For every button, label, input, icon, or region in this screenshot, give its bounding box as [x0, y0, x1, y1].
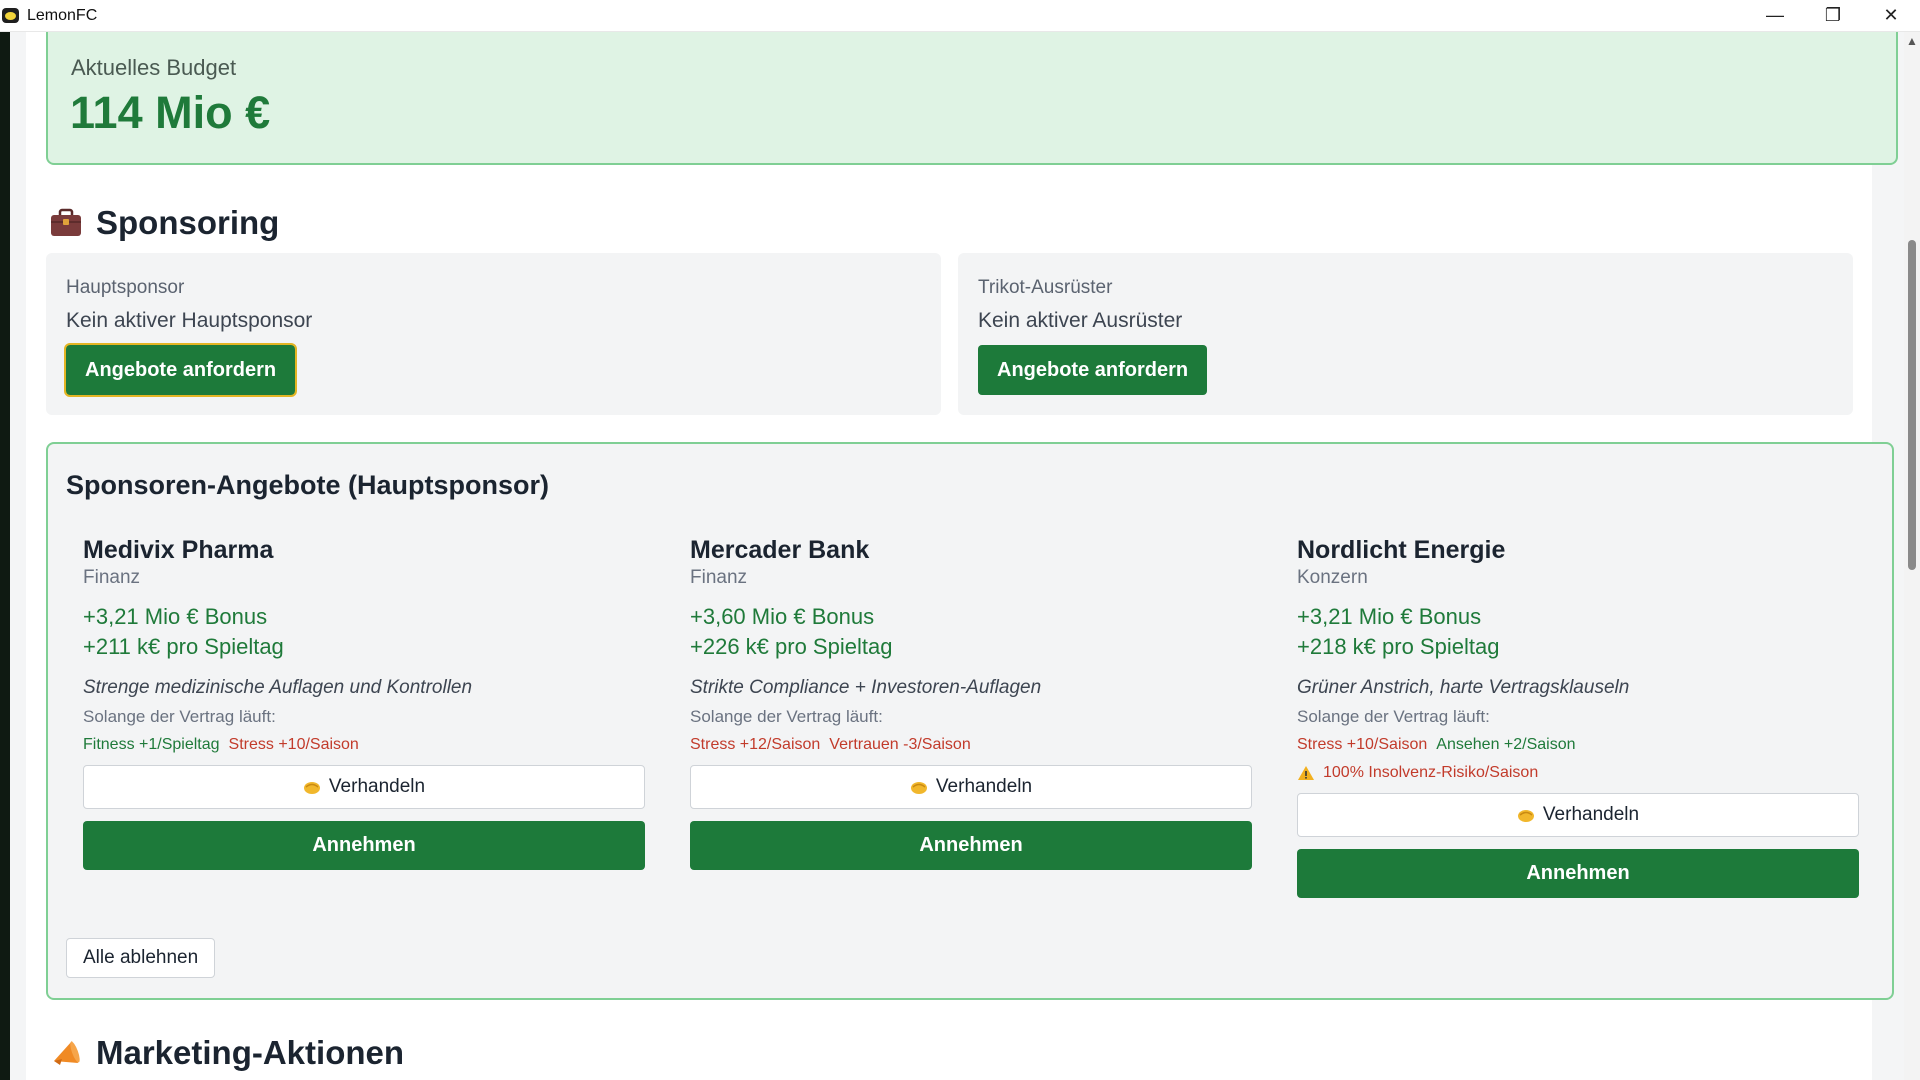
main-sponsor-label: Hauptsponsor — [66, 277, 185, 298]
effect-negative: Vertrauen -3/Saison — [829, 736, 971, 753]
offer-category: Finanz — [83, 567, 141, 588]
offer-effects: Stress +10/Saison Ansehen +2/Saison — [1297, 734, 1859, 756]
offer-name: Mercader Bank — [690, 536, 870, 564]
sponsoring-heading: Sponsoring — [50, 204, 279, 242]
budget-panel: Aktuelles Budget 114 Mio € — [46, 25, 1898, 165]
offer-name: Nordlicht Energie — [1297, 536, 1506, 564]
offer-per-match: +211 k€ pro Spieltag — [83, 634, 284, 659]
main-sponsor-status: Kein aktiver Hauptsponsor — [66, 309, 313, 332]
kit-supplier-label: Trikot-Ausrüster — [978, 277, 1113, 298]
left-gutter — [10, 31, 26, 1080]
window-title: LemonFC — [27, 6, 98, 24]
offer-description: Strenge medizinische Auflagen und Kontro… — [83, 677, 473, 698]
offer-effects: Fitness +1/Spieltag Stress +10/Saison — [83, 734, 645, 756]
offer-per-match: +218 k€ pro Spieltag — [1297, 634, 1500, 659]
budget-label: Aktuelles Budget — [71, 55, 237, 80]
left-edge-bar — [0, 31, 10, 1080]
effect-negative: Stress +10/Saison — [1297, 736, 1428, 753]
offer-while-label: Solange der Vertrag läuft: — [83, 707, 276, 726]
negotiate-button[interactable]: Verhandeln — [83, 765, 645, 809]
budget-value: 114 Mio € — [70, 87, 271, 138]
main-sponsor-card: Hauptsponsor Kein aktiver Hauptsponsor A… — [46, 253, 941, 415]
offer-description: Grüner Anstrich, harte Vertragsklauseln — [1297, 677, 1630, 698]
accept-button[interactable]: Annehmen — [1297, 849, 1859, 898]
effect-positive: Ansehen +2/Saison — [1436, 736, 1576, 753]
lemon-logo-icon — [2, 8, 19, 23]
marketing-title: Marketing-Aktionen — [96, 1034, 405, 1071]
offer-bonus: +3,21 Mio € Bonus — [83, 604, 268, 629]
offer-per-match: +226 k€ pro Spieltag — [690, 634, 893, 659]
window-titlebar: LemonFC — ❐ ✕ — [0, 0, 1920, 32]
offer-card: Nordlicht Energie Konzern +3,21 Mio € Bo… — [1297, 534, 1859, 898]
reject-all-button[interactable]: Alle ablehnen — [66, 938, 216, 978]
request-kit-supplier-offers-button[interactable]: Angebote anfordern — [978, 345, 1208, 395]
negotiate-button[interactable]: Verhandeln — [690, 765, 1252, 809]
negotiate-label: Verhandeln — [935, 776, 1033, 797]
insolvency-warning: 100% Insolvenz-Risiko/Saison — [1297, 762, 1859, 784]
effect-positive: Fitness +1/Spieltag — [83, 736, 220, 753]
scroll-up-arrow-icon[interactable]: ▲ — [1906, 34, 1918, 48]
scrollbar-thumb[interactable] — [1908, 240, 1916, 570]
offers-title: Sponsoren-Angebote (Hauptsponsor) — [66, 470, 549, 500]
warning-text: 100% Insolvenz-Risiko/Saison — [1323, 764, 1539, 781]
accept-button[interactable]: Annehmen — [83, 821, 645, 870]
request-main-sponsor-offers-button[interactable]: Angebote anfordern — [63, 343, 298, 397]
offer-card: Medivix Pharma Finanz +3,21 Mio € Bonus … — [83, 534, 645, 870]
kit-supplier-status: Kein aktiver Ausrüster — [978, 309, 1183, 332]
offer-category: Konzern — [1297, 567, 1368, 588]
window-controls: — ❐ ✕ — [1746, 0, 1920, 31]
offer-while-label: Solange der Vertrag läuft: — [690, 707, 883, 726]
sponsor-offers-panel: Sponsoren-Angebote (Hauptsponsor) Medivi… — [46, 442, 1894, 1000]
warning-icon — [1298, 766, 1314, 780]
offer-effects: Stress +12/Saison Vertrauen -3/Saison — [690, 734, 1252, 756]
offer-bonus: +3,60 Mio € Bonus — [690, 604, 875, 629]
handshake-icon — [910, 782, 927, 794]
handshake-icon — [1517, 810, 1534, 822]
minimize-button[interactable]: — — [1746, 0, 1804, 31]
effect-negative: Stress +10/Saison — [228, 736, 359, 753]
marketing-heading: Marketing-Aktionen — [50, 1034, 404, 1072]
kit-supplier-card: Trikot-Ausrüster Kein aktiver Ausrüster … — [958, 253, 1853, 415]
negotiate-button[interactable]: Verhandeln — [1297, 793, 1859, 837]
offer-while-label: Solange der Vertrag läuft: — [1297, 707, 1490, 726]
close-button[interactable]: ✕ — [1862, 0, 1920, 31]
briefcase-icon — [50, 207, 82, 239]
effect-negative: Stress +12/Saison — [690, 736, 821, 753]
offer-bonus: +3,21 Mio € Bonus — [1297, 604, 1482, 629]
negotiate-label: Verhandeln — [1542, 804, 1640, 825]
offer-name: Medivix Pharma — [83, 536, 274, 564]
offer-category: Finanz — [690, 567, 748, 588]
negotiate-label: Verhandeln — [328, 776, 426, 797]
maximize-button[interactable]: ❐ — [1804, 0, 1862, 31]
sponsoring-title: Sponsoring — [96, 204, 280, 241]
megaphone-icon — [50, 1037, 82, 1069]
offer-description: Strikte Compliance + Investoren-Auflagen — [690, 677, 1042, 698]
handshake-icon — [303, 782, 320, 794]
offer-card: Mercader Bank Finanz +3,60 Mio € Bonus +… — [690, 534, 1252, 870]
accept-button[interactable]: Annehmen — [690, 821, 1252, 870]
